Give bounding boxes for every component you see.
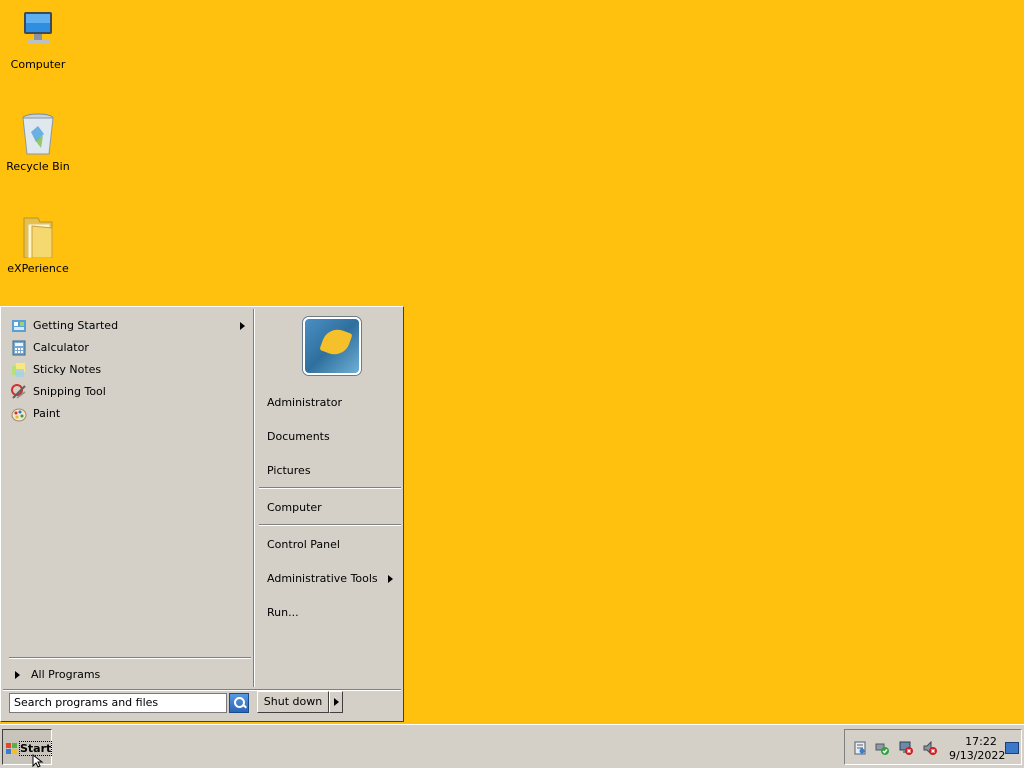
user-avatar[interactable] (303, 317, 361, 375)
safely-remove-hardware-icon[interactable] (875, 741, 889, 755)
programs-pane: Getting Started Calculator Sticky Notes … (3, 309, 253, 687)
arrow-right-icon (334, 698, 339, 706)
divider (9, 657, 251, 659)
search-button[interactable] (229, 693, 249, 713)
place-label: Computer (267, 501, 322, 514)
program-label: Snipping Tool (33, 385, 106, 398)
place-computer[interactable]: Computer (267, 501, 399, 514)
program-label: Calculator (33, 341, 89, 354)
start-menu: Getting Started Calculator Sticky Notes … (0, 306, 404, 722)
place-control-panel[interactable]: Control Panel (267, 538, 399, 551)
desktop-icon-label: eXPerience (7, 262, 69, 275)
desktop-icon-recycle-bin[interactable]: Recycle Bin (4, 112, 72, 173)
place-administrator[interactable]: Administrator (267, 396, 399, 409)
all-programs-button[interactable]: All Programs (5, 665, 251, 685)
show-desktop-icon[interactable] (1005, 742, 1019, 754)
shut-down-label: Shut down (263, 695, 323, 708)
program-label: Sticky Notes (33, 363, 102, 376)
program-label: Paint (33, 407, 61, 420)
program-label: Getting Started (33, 319, 119, 332)
sticky-notes-icon (11, 362, 27, 378)
program-snipping-tool[interactable]: Snipping Tool (3, 381, 253, 403)
recycle-bin-icon (16, 112, 60, 156)
place-pictures[interactable]: Pictures (267, 464, 399, 477)
mouse-cursor-icon (32, 753, 44, 768)
program-sticky-notes[interactable]: Sticky Notes (3, 359, 253, 381)
place-label: Run... (267, 606, 299, 619)
search-icon-handle (242, 703, 247, 709)
submenu-arrow-icon (240, 322, 245, 330)
place-documents[interactable]: Documents (267, 430, 399, 443)
paint-icon (11, 406, 27, 422)
shut-down-options-button[interactable] (329, 691, 343, 713)
place-label: Administrative Tools (267, 572, 378, 585)
clock-time[interactable]: 17:22 (961, 735, 1001, 748)
start-button[interactable]: Start (2, 729, 53, 765)
place-label: Control Panel (267, 538, 340, 551)
volume-muted-icon[interactable] (923, 740, 937, 756)
place-administrative-tools[interactable]: Administrative Tools (267, 572, 399, 585)
calculator-icon (11, 340, 27, 356)
network-disconnected-icon[interactable] (899, 741, 913, 755)
place-label: Administrator (267, 396, 342, 409)
getting-started-icon (11, 318, 27, 334)
desktop-icon-label: Computer (10, 58, 66, 71)
system-tray: 17:22 9/13/2022 (844, 729, 1022, 765)
action-center-icon[interactable] (853, 741, 867, 755)
place-label: Documents (267, 430, 330, 443)
shut-down-button[interactable]: Shut down (257, 691, 329, 713)
arrow-right-icon (15, 671, 20, 679)
submenu-arrow-icon (388, 575, 393, 583)
taskbar: Start 17:22 9/13/2022 (0, 724, 1024, 768)
clock-date[interactable]: 9/13/2022 (949, 749, 1005, 762)
search-input[interactable]: Search programs and files (9, 693, 227, 713)
desktop-icon-label: Recycle Bin (6, 160, 70, 173)
snipping-tool-icon (11, 384, 27, 400)
places-pane: Administrator Documents Pictures Compute… (257, 309, 403, 687)
program-paint[interactable]: Paint (3, 403, 253, 425)
program-calculator[interactable]: Calculator (3, 337, 253, 359)
folder-icon (16, 214, 60, 259)
search-placeholder: Search programs and files (14, 696, 159, 709)
windows-logo-icon (6, 743, 18, 755)
desktop-icon-experience[interactable]: eXPerience (4, 214, 72, 275)
divider (253, 309, 255, 687)
computer-icon (16, 10, 60, 54)
divider (259, 487, 401, 489)
program-getting-started[interactable]: Getting Started (3, 315, 253, 337)
divider (259, 524, 401, 526)
desktop-icon-computer[interactable]: Computer (4, 10, 72, 71)
place-run[interactable]: Run... (267, 606, 399, 619)
flower-icon (319, 325, 353, 359)
place-label: Pictures (267, 464, 311, 477)
all-programs-label: All Programs (31, 668, 101, 681)
